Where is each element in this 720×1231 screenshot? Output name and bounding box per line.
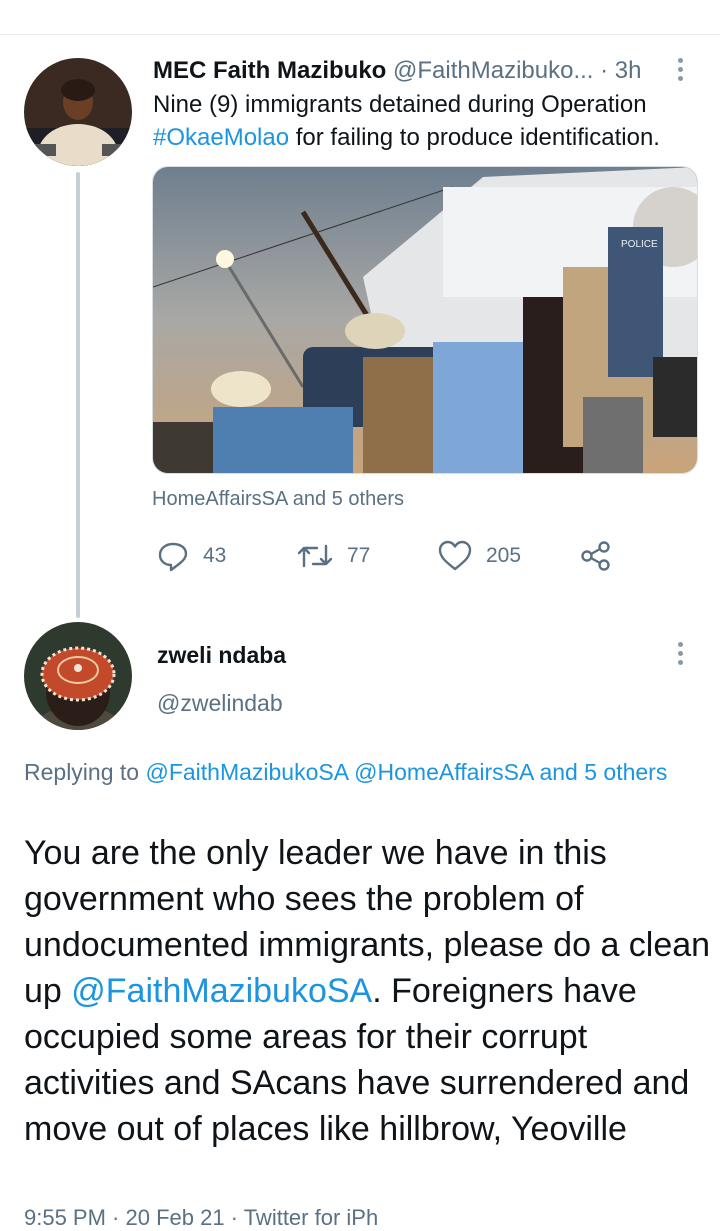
tweet-text: Nine (9) immigrants detained during Oper… xyxy=(153,88,713,154)
retweet-icon[interactable] xyxy=(297,540,333,572)
tweet-timestamp[interactable]: 3h xyxy=(615,57,642,84)
tweet-photo[interactable]: POLICE xyxy=(152,166,698,474)
avatar-image xyxy=(24,622,132,730)
liked-by-line[interactable]: HomeAffairsSA and 5 others xyxy=(152,488,404,511)
tweet-author-line: MEC Faith Mazibuko @FaithMazibuko... · 3… xyxy=(153,57,641,85)
like-count: 205 xyxy=(486,544,522,567)
mention-link[interactable]: @FaithMazibukoSA xyxy=(71,972,372,1010)
photo-scene: POLICE xyxy=(153,167,697,473)
share-action[interactable] xyxy=(580,540,626,572)
replying-to-label: Replying to xyxy=(24,759,146,785)
top-divider xyxy=(0,34,720,35)
reply-text: You are the only leader we have in this … xyxy=(24,830,714,1152)
replying-to-line: Replying to @FaithMazibukoSA @HomeAffair… xyxy=(24,756,704,789)
reply-handle[interactable]: @zwelindab xyxy=(157,690,283,717)
reply-action[interactable]: 43 xyxy=(157,540,226,572)
retweet-count: 77 xyxy=(347,544,371,567)
thread-connector-line xyxy=(76,172,80,618)
like-action[interactable]: 205 xyxy=(438,540,521,572)
avatar-zweli-ndaba[interactable] xyxy=(24,622,132,730)
more-options-icon[interactable] xyxy=(676,642,684,669)
retweet-action[interactable]: 77 xyxy=(297,540,370,572)
share-icon[interactable] xyxy=(580,540,612,572)
avatar-faith-mazibuko[interactable] xyxy=(24,58,132,166)
tweet-separator: · xyxy=(593,57,615,84)
tweet-display-name[interactable]: MEC Faith Mazibuko xyxy=(153,57,386,84)
more-options-icon[interactable] xyxy=(676,58,684,85)
reply-count: 43 xyxy=(203,544,227,567)
like-icon[interactable] xyxy=(438,540,472,572)
avatar-image xyxy=(24,58,132,166)
tweet-text-part: Nine (9) immigrants detained during Oper… xyxy=(153,91,647,118)
reply-display-name[interactable]: zweli ndaba xyxy=(157,642,286,669)
reply-icon[interactable] xyxy=(157,540,189,572)
hashtag-link[interactable]: #OkaeMolao xyxy=(153,124,289,151)
tweet-text-part: for failing to produce identification. xyxy=(289,124,660,151)
tweet-handle[interactable]: @FaithMazibuko... xyxy=(393,57,593,84)
reply-timestamp-meta: 9:55 PM · 20 Feb 21 · Twitter for iPh xyxy=(24,1205,379,1230)
replying-to-mentions[interactable]: @FaithMazibukoSA @HomeAffairsSA and 5 ot… xyxy=(145,759,667,785)
police-sign-text: POLICE xyxy=(621,239,658,250)
